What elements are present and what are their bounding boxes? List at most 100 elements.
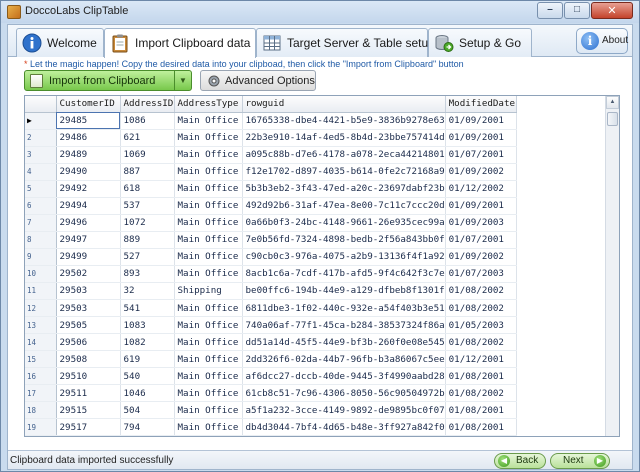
table-row[interactable]: 15 29508 619 Main Office 2dd326f6-02da-44b7-… <box>25 350 517 369</box>
grid-cell-addressid[interactable]: 1072 <box>120 214 175 232</box>
grid-cell-addresstype[interactable]: Main Office <box>174 435 243 436</box>
row-header[interactable]: 2 <box>25 129 57 147</box>
table-row[interactable]: ▶ 29485 1086 Main Office 16765338-dbe4-4421-… <box>25 112 517 130</box>
table-row[interactable]: 2 29486 621 Main Office 22b3e910-14af-4ed5-8… <box>25 129 517 147</box>
grid-cell-customerid[interactable]: 29517 <box>56 418 121 436</box>
grid-cell-modifieddate[interactable]: 01/08/2001 <box>445 367 517 386</box>
column-header-modifieddate[interactable]: ModifiedDate <box>445 96 517 113</box>
grid-cell-customerid[interactable]: 29502 <box>56 265 121 283</box>
row-header[interactable]: 8 <box>25 231 57 249</box>
back-button[interactable]: ◀ Back <box>494 453 546 469</box>
table-row[interactable]: 20295211054Main Officec0f708c3-9147-44c4… <box>25 435 517 436</box>
row-header[interactable]: ▶ <box>25 112 57 130</box>
grid-cell-addressid[interactable]: 621 <box>120 129 175 147</box>
grid-cell-customerid[interactable]: 29515 <box>56 401 121 420</box>
grid-cell-modifieddate[interactable]: 01/08/2002 <box>445 384 517 403</box>
grid-cell-addresstype[interactable]: Main Office <box>174 146 243 164</box>
table-row[interactable]: 17 29511 1046 Main Office 61cb8c51-7c96-4306… <box>25 384 517 403</box>
grid-cell-modifieddate[interactable]: 01/09/2001 <box>445 129 517 147</box>
grid-cell-rowguid[interactable]: 22b3e910-14af-4ed5-8b4d-23bbe757414d <box>242 129 446 147</box>
grid-cell-customerid[interactable]: 29489 <box>56 146 121 164</box>
scroll-thumb[interactable] <box>607 112 618 126</box>
close-button[interactable]: ✕ <box>591 2 633 19</box>
grid-cell-customerid[interactable]: 29496 <box>56 214 121 232</box>
grid-cell-modifieddate[interactable]: 01/08/2002 <box>445 333 517 352</box>
table-row[interactable]: 6 29494 537 Main Office 492d92b6-31af-47ea-8… <box>25 197 517 215</box>
column-header-rowguid[interactable]: rowguid <box>242 96 446 113</box>
grid-cell-customerid[interactable]: 29492 <box>56 180 121 198</box>
tab-welcome[interactable]: Welcome <box>16 28 104 57</box>
table-row[interactable]: 11 29503 32 Shipping be00ffc6-194b-44e9-a129… <box>25 282 517 301</box>
grid-cell-rowguid[interactable]: 61cb8c51-7c96-4306-8050-56c90504972b <box>242 384 446 403</box>
grid-cell-customerid[interactable]: 29494 <box>56 197 121 215</box>
grid-cell-addressid[interactable]: 541 <box>120 299 175 318</box>
grid-cell-rowguid[interactable]: dd51a14d-45f5-44e9-bf3b-260f0e08e545 <box>242 333 446 352</box>
table-row[interactable]: 14 29506 1082 Main Office dd51a14d-45f5-44e9… <box>25 333 517 352</box>
grid-cell-addresstype[interactable]: Main Office <box>174 299 243 318</box>
row-header[interactable]: 6 <box>25 197 57 215</box>
grid-cell-customerid[interactable]: 29499 <box>56 248 121 266</box>
grid-cell-rowguid[interactable]: c0f708c3-9147-44c4-b6cb-fd5b765343c0 <box>242 435 446 436</box>
grid-cell-rowguid[interactable]: 740a06af-77f1-45ca-b284-38537324f86a <box>242 316 446 335</box>
grid-cell-addresstype[interactable]: Main Office <box>174 180 243 198</box>
grid-cell-addressid[interactable]: 1046 <box>120 384 175 403</box>
column-header-addresstype[interactable]: AddressType <box>174 96 243 113</box>
grid-cell-customerid[interactable]: 29485 <box>56 112 121 130</box>
row-header[interactable]: 17 <box>25 384 57 403</box>
grid-cell-addressid[interactable]: 794 <box>120 418 175 436</box>
grid-cell-rowguid[interactable]: db4d3044-7bf4-4d65-b48e-3ff927a842f0 <box>242 418 446 436</box>
row-header[interactable]: 7 <box>25 214 57 232</box>
row-header[interactable]: 14 <box>25 333 57 352</box>
grid-cell-rowguid[interactable]: 5b3b3eb2-3f43-47ed-a20c-23697dabf23b <box>242 180 446 198</box>
grid-cell-rowguid[interactable]: 8acb1c6a-7cdf-417b-afd5-9f4c642f3c7e <box>242 265 446 283</box>
column-header-customerid[interactable]: CustomerID <box>56 96 121 113</box>
row-header[interactable]: 10 <box>25 265 57 283</box>
column-header-addressid[interactable]: AddressID <box>120 96 175 113</box>
grid-cell-rowguid[interactable]: a095c88b-d7e6-4178-a078-2eca44214801 <box>242 146 446 164</box>
grid-cell-modifieddate[interactable]: 01/08/2002 <box>445 282 517 301</box>
grid-cell-modifieddate[interactable]: 01/09/2002 <box>445 248 517 266</box>
grid-cell-modifieddate[interactable]: 01/08/2001 <box>445 418 517 436</box>
grid-cell-addresstype[interactable]: Main Office <box>174 112 243 130</box>
table-row[interactable]: 3 29489 1069 Main Office a095c88b-d7e6-4178-… <box>25 146 517 164</box>
grid-cell-addresstype[interactable]: Main Office <box>174 163 243 181</box>
data-grid[interactable]: CustomerID AddressID AddressType rowguid… <box>24 95 620 437</box>
grid-cell-addressid[interactable]: 889 <box>120 231 175 249</box>
grid-cell-addresstype[interactable]: Main Office <box>174 231 243 249</box>
grid-cell-rowguid[interactable]: be00ffc6-194b-44e9-a129-dfbeb8f1301f <box>242 282 446 301</box>
table-row[interactable]: 5 29492 618 Main Office 5b3b3eb2-3f43-47ed-a… <box>25 180 517 198</box>
table-row[interactable]: 7 29496 1072 Main Office 0a66b0f3-24bc-4148-… <box>25 214 517 232</box>
grid-cell-modifieddate[interactable]: 01/05/2003 <box>445 316 517 335</box>
grid-cell-rowguid[interactable]: 0a66b0f3-24bc-4148-9661-26e935cec99a <box>242 214 446 232</box>
grid-cell-modifieddate[interactable]: 01/07/2001 <box>445 146 517 164</box>
tab-target-server-table-setup[interactable]: Target Server & Table setup <box>256 28 435 57</box>
grid-cell-addresstype[interactable]: Main Office <box>174 316 243 335</box>
grid-cell-addresstype[interactable]: Main Office <box>174 248 243 266</box>
grid-cell-modifieddate[interactable]: 01/08/2002 <box>445 299 517 318</box>
grid-cell-customerid[interactable]: 29503 <box>56 299 121 318</box>
tab-import-clipboard-data[interactable]: Import Clipboard data <box>104 28 256 58</box>
grid-cell-addressid[interactable]: 32 <box>120 282 175 301</box>
grid-cell-rowguid[interactable]: 2dd326f6-02da-44b7-96fb-b3a86067c5ee <box>242 350 446 369</box>
grid-cell-modifieddate[interactable]: 01/07/2003 <box>445 265 517 283</box>
grid-cell-modifieddate[interactable]: 01/09/2003 <box>445 214 517 232</box>
table-row[interactable]: 12 29503 541 Main Office 6811dbe3-1f02-440c-… <box>25 299 517 318</box>
row-header[interactable]: 12 <box>25 299 57 318</box>
grid-cell-addressid[interactable]: 619 <box>120 350 175 369</box>
grid-cell-rowguid[interactable]: a5f1a232-3cce-4149-9892-de9895bc0f07 <box>242 401 446 420</box>
advanced-options-button[interactable]: Advanced Options <box>200 70 316 91</box>
row-header[interactable]: 15 <box>25 350 57 369</box>
grid-cell-customerid[interactable]: 29505 <box>56 316 121 335</box>
grid-cell-customerid[interactable]: 29521 <box>56 435 121 436</box>
grid-cell-modifieddate[interactable]: 01/12/2001 <box>445 350 517 369</box>
table-row[interactable]: 8 29497 889 Main Office 7e0b56fd-7324-4898-b… <box>25 231 517 249</box>
grid-cell-modifieddate[interactable]: 01/09/2001 <box>445 112 517 130</box>
grid-cell-modifieddate[interactable]: 01/07/2001 <box>445 231 517 249</box>
grid-cell-addresstype[interactable]: Shipping <box>174 282 243 301</box>
tab-setup-and-go[interactable]: Setup & Go <box>428 28 532 57</box>
table-row[interactable]: 9 29499 527 Main Office c90cb0c3-976a-4075-a… <box>25 248 517 266</box>
table-row[interactable]: 13 29505 1083 Main Office 740a06af-77f1-45ca… <box>25 316 517 335</box>
grid-cell-addresstype[interactable]: Main Office <box>174 367 243 386</box>
row-header[interactable]: 4 <box>25 163 57 181</box>
grid-cell-addresstype[interactable]: Main Office <box>174 350 243 369</box>
